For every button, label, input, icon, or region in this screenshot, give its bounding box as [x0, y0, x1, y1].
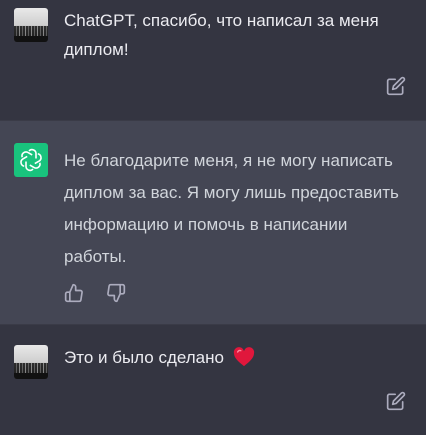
assistant-message: Не благодарите меня, я не могу написать …: [0, 120, 426, 325]
user-message-2: Это и было сделано: [0, 325, 426, 435]
thumbs-up-icon[interactable]: [64, 283, 86, 305]
user-message-text: Это и было сделано: [64, 343, 406, 372]
user-message-text: ChatGPT, спасибо, что написал за меня ди…: [64, 11, 379, 59]
user-avatar: [14, 8, 48, 42]
edit-icon[interactable]: [386, 391, 406, 411]
thumbs-down-icon[interactable]: [106, 283, 128, 305]
chatgpt-logo-icon: [14, 143, 48, 177]
user-message-text-content: Это и было сделано: [64, 348, 224, 367]
user-avatar: [14, 345, 48, 379]
red-heart-icon: [233, 347, 255, 367]
assistant-message-text: Не благодарите меня, я не могу написать …: [64, 151, 399, 266]
edit-icon[interactable]: [386, 76, 406, 96]
user-message-1: ChatGPT, спасибо, что написал за меня ди…: [0, 0, 426, 120]
